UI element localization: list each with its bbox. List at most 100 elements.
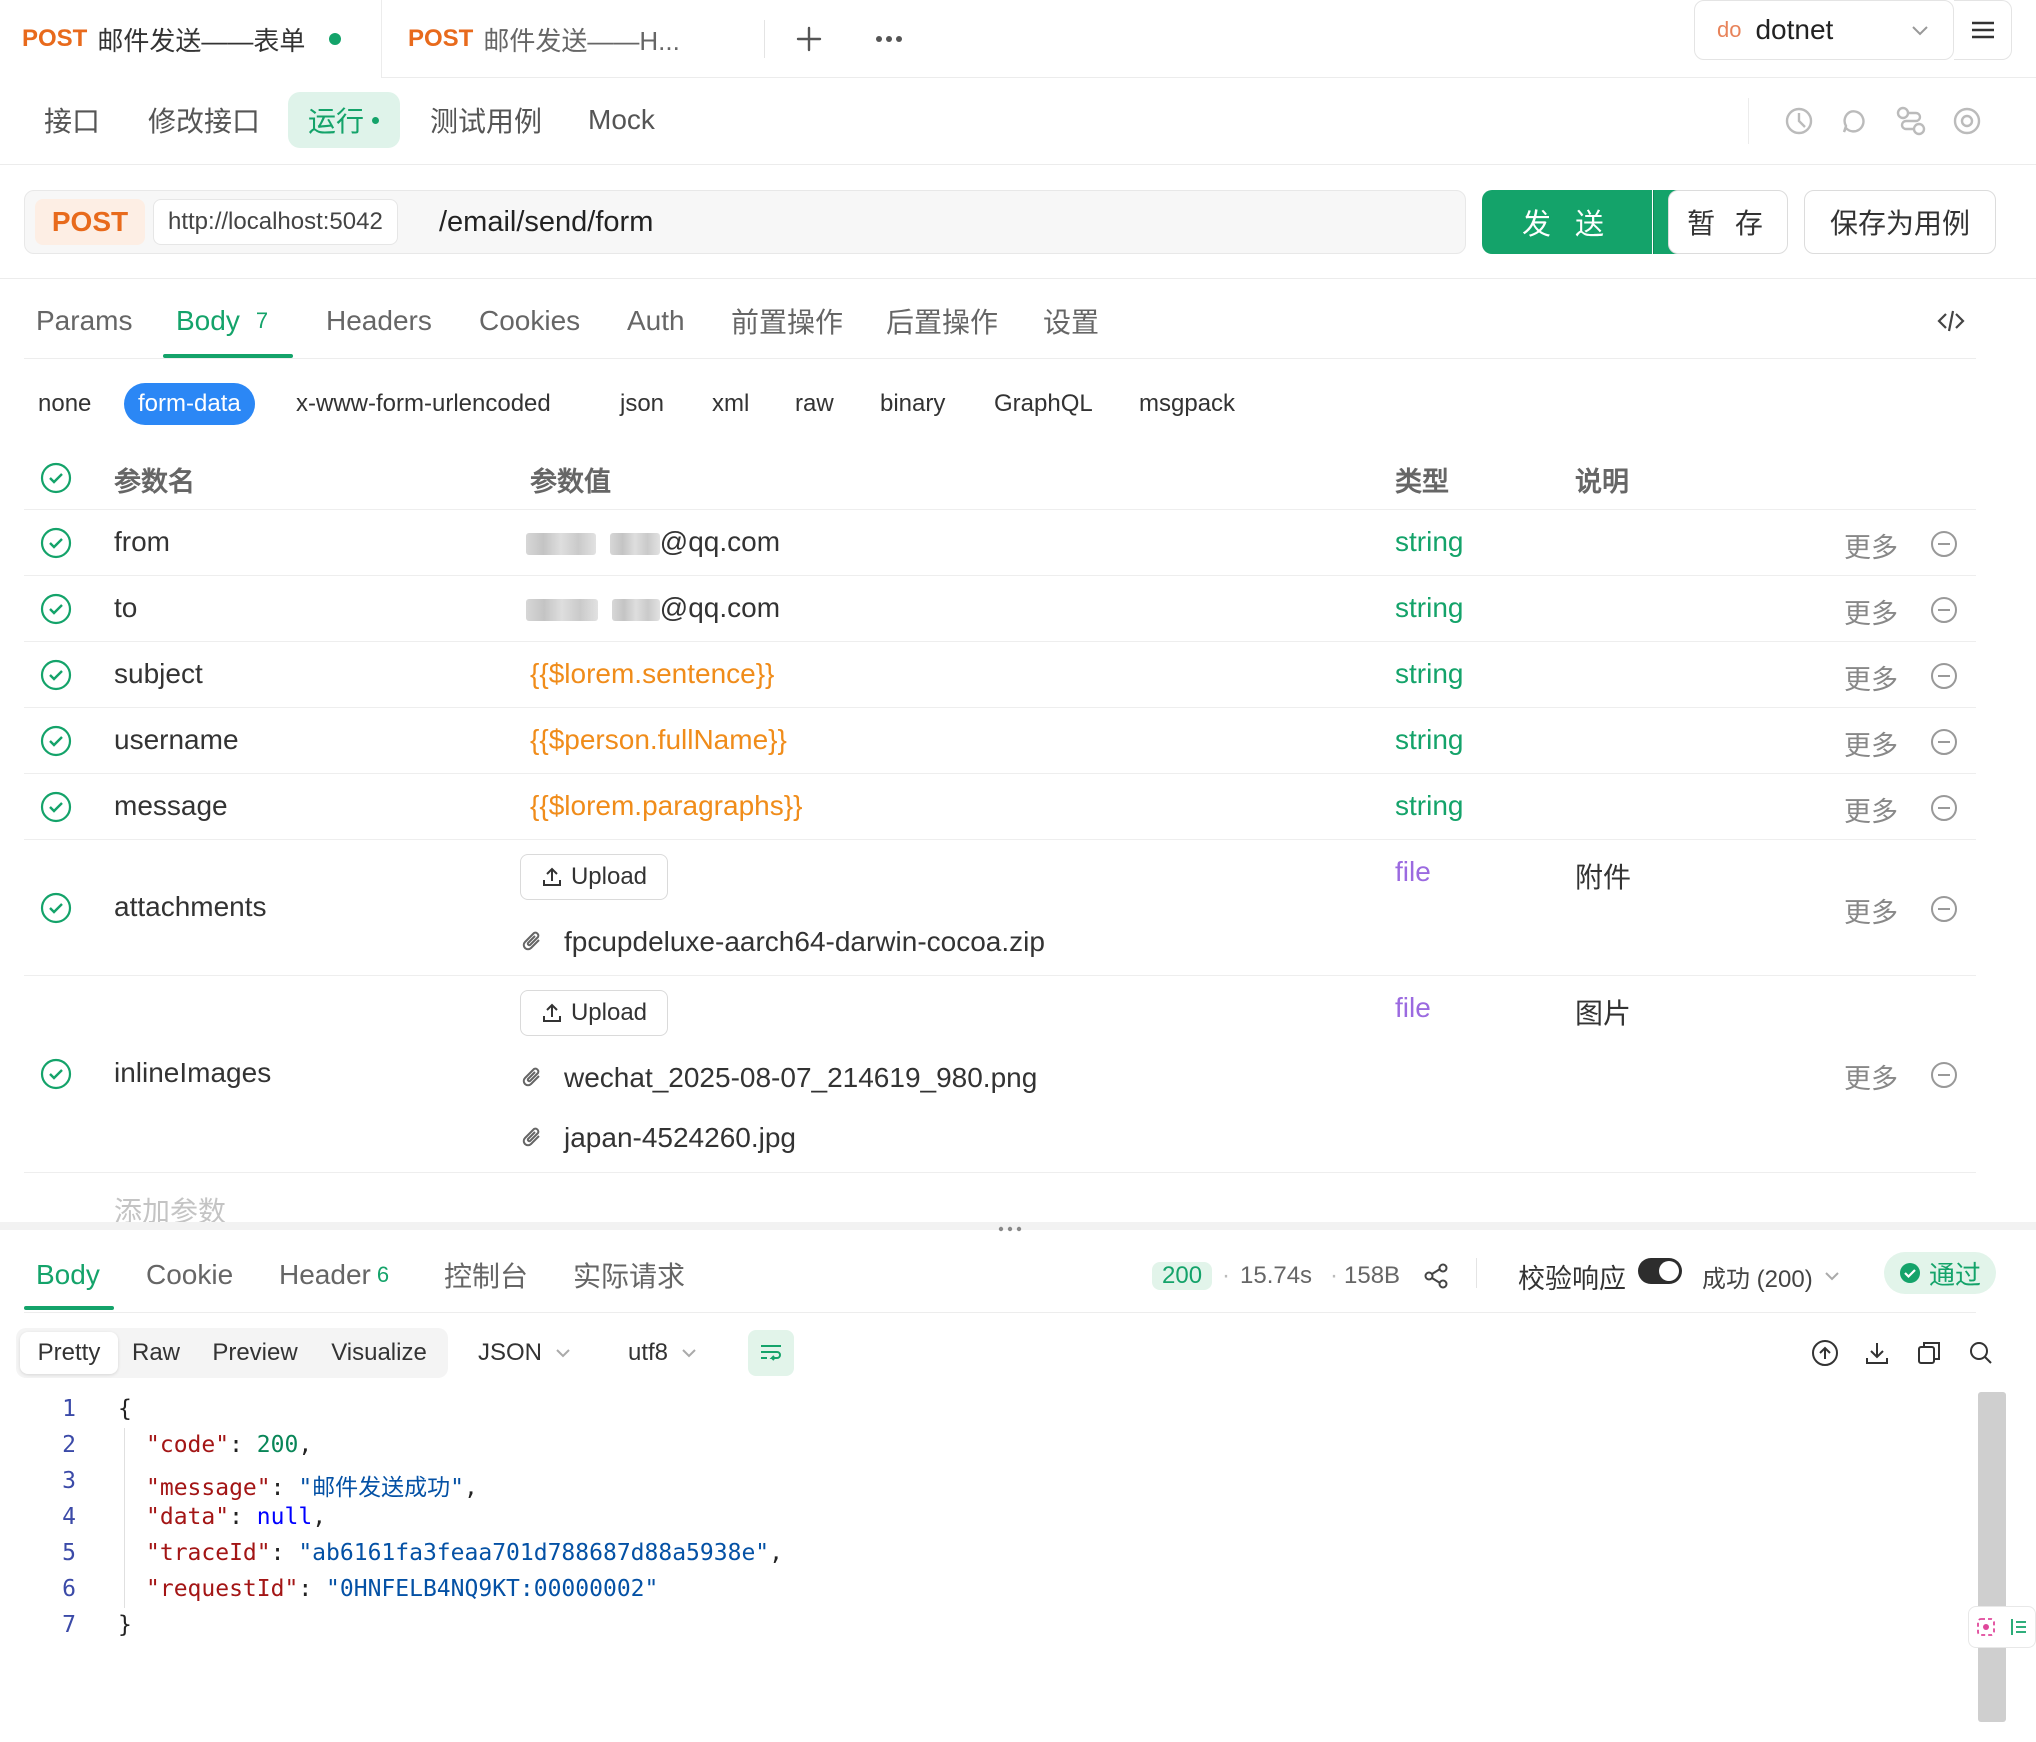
url-path-input[interactable]: /email/send/form bbox=[439, 191, 653, 253]
param-type[interactable]: string bbox=[1395, 526, 1463, 558]
select-all-checkbox[interactable] bbox=[40, 462, 72, 494]
param-type[interactable]: string bbox=[1395, 790, 1463, 822]
attached-file[interactable]: wechat_2025-08-07_214619_980.png bbox=[520, 1058, 1037, 1098]
content-type-select[interactable]: JSON bbox=[478, 1330, 572, 1376]
more-button[interactable]: 更多 bbox=[1844, 790, 1898, 829]
request-tab[interactable]: POST 邮件发送——H... bbox=[408, 0, 748, 78]
save-as-case-button[interactable]: 保存为用例 bbox=[1804, 190, 1996, 254]
row-checkbox[interactable] bbox=[40, 659, 72, 691]
tab-headers[interactable]: Headers bbox=[326, 296, 432, 346]
param-name[interactable]: message bbox=[114, 790, 228, 822]
remove-row-icon[interactable] bbox=[1930, 530, 1958, 558]
row-checkbox[interactable] bbox=[40, 892, 72, 924]
response-tab-actual-request[interactable]: 实际请求 bbox=[573, 1250, 685, 1300]
encoding-select[interactable]: utf8 bbox=[628, 1330, 698, 1376]
result-select[interactable]: 成功 (200) bbox=[1702, 1256, 1841, 1296]
more-button[interactable]: 更多 bbox=[1844, 592, 1898, 631]
param-value[interactable]: {{$lorem.sentence}} bbox=[530, 658, 774, 690]
share-icon[interactable] bbox=[1422, 1262, 1450, 1290]
request-tab-active[interactable]: POST 邮件发送——表单 bbox=[0, 0, 382, 78]
row-checkbox[interactable] bbox=[40, 725, 72, 757]
tab-cookies[interactable]: Cookies bbox=[479, 296, 580, 346]
param-value[interactable]: @qq.com bbox=[526, 526, 780, 558]
remove-row-icon[interactable] bbox=[1930, 596, 1958, 624]
param-type[interactable]: file bbox=[1395, 992, 1431, 1024]
outline-icon[interactable] bbox=[2008, 1616, 2030, 1638]
format-raw[interactable]: Raw bbox=[120, 1332, 192, 1374]
row-checkbox[interactable] bbox=[40, 527, 72, 559]
response-tab-cookie[interactable]: Cookie bbox=[146, 1250, 233, 1300]
more-button[interactable]: 更多 bbox=[1844, 1057, 1898, 1096]
attached-file[interactable]: japan-4524260.jpg bbox=[520, 1118, 796, 1158]
param-value[interactable]: @qq.com bbox=[526, 592, 780, 624]
response-tab-console[interactable]: 控制台 bbox=[444, 1250, 528, 1300]
word-wrap-button[interactable] bbox=[748, 1330, 794, 1376]
param-type[interactable]: file bbox=[1395, 856, 1431, 888]
body-type-form-data[interactable]: form-data bbox=[124, 383, 255, 425]
param-desc[interactable]: 图片 bbox=[1575, 992, 1631, 1032]
param-name[interactable]: username bbox=[114, 724, 239, 756]
tab-params[interactable]: Params bbox=[36, 296, 132, 346]
vertical-scrollbar[interactable] bbox=[1978, 1392, 2006, 1722]
drag-handle-icon[interactable] bbox=[998, 1226, 1022, 1232]
more-tabs-icon[interactable] bbox=[872, 22, 906, 56]
body-type-msgpack[interactable]: msgpack bbox=[1139, 383, 1235, 425]
download-icon[interactable] bbox=[1862, 1338, 1892, 1368]
remove-row-icon[interactable] bbox=[1930, 794, 1958, 822]
more-button[interactable]: 更多 bbox=[1844, 724, 1898, 763]
tab-post-request[interactable]: 后置操作 bbox=[886, 296, 998, 346]
param-name[interactable]: to bbox=[114, 592, 137, 624]
base-url[interactable]: http://localhost:5042 bbox=[153, 199, 398, 245]
body-type-xml[interactable]: xml bbox=[712, 383, 749, 425]
body-type-none[interactable]: none bbox=[38, 383, 91, 425]
upload-button[interactable]: Upload bbox=[520, 990, 668, 1036]
format-visualize[interactable]: Visualize bbox=[316, 1332, 442, 1374]
remove-row-icon[interactable] bbox=[1930, 1061, 1958, 1089]
param-name[interactable]: from bbox=[114, 526, 170, 558]
param-name[interactable]: inlineImages bbox=[114, 1057, 271, 1089]
body-type-raw[interactable]: raw bbox=[795, 383, 834, 425]
param-desc[interactable]: 附件 bbox=[1575, 856, 1631, 896]
attached-file[interactable]: fpcupdeluxe-aarch64-darwin-cocoa.zip bbox=[520, 922, 1045, 962]
more-button[interactable]: 更多 bbox=[1844, 658, 1898, 697]
settings-icon[interactable] bbox=[1950, 104, 1984, 138]
share-link-icon[interactable] bbox=[1894, 104, 1928, 138]
response-tab-header[interactable]: Header 6 bbox=[279, 1250, 389, 1300]
tab-test-cases[interactable]: 测试用例 bbox=[410, 92, 562, 148]
more-button[interactable]: 更多 bbox=[1844, 891, 1898, 930]
copy-icon[interactable] bbox=[1914, 1338, 1944, 1368]
param-value[interactable]: {{$person.fullName}} bbox=[530, 724, 787, 756]
param-name[interactable]: subject bbox=[114, 658, 203, 690]
tab-body[interactable]: Body 7 bbox=[176, 296, 268, 346]
format-pretty[interactable]: Pretty bbox=[20, 1332, 118, 1374]
comment-icon[interactable] bbox=[1838, 104, 1872, 138]
environment-select[interactable]: do dotnet bbox=[1694, 0, 1954, 60]
param-type[interactable]: string bbox=[1395, 592, 1463, 624]
tab-pre-request[interactable]: 前置操作 bbox=[731, 296, 843, 346]
ai-assist-icon[interactable] bbox=[1975, 1616, 1997, 1638]
menu-button[interactable] bbox=[1954, 0, 2012, 60]
param-name[interactable]: attachments bbox=[114, 891, 267, 923]
more-button[interactable]: 更多 bbox=[1844, 526, 1898, 565]
body-type-graphql[interactable]: GraphQL bbox=[994, 383, 1093, 425]
tab-mock[interactable]: Mock bbox=[568, 92, 675, 148]
body-type-binary[interactable]: binary bbox=[880, 383, 945, 425]
param-value[interactable]: {{$lorem.paragraphs}} bbox=[530, 790, 802, 822]
tab-settings[interactable]: 设置 bbox=[1043, 296, 1099, 346]
tab-auth[interactable]: Auth bbox=[627, 296, 685, 346]
send-button[interactable]: 发 送 bbox=[1482, 190, 1652, 254]
remove-row-icon[interactable] bbox=[1930, 895, 1958, 923]
body-type-urlencoded[interactable]: x-www-form-urlencoded bbox=[296, 383, 551, 425]
remove-row-icon[interactable] bbox=[1930, 728, 1958, 756]
format-preview[interactable]: Preview bbox=[200, 1332, 310, 1374]
search-icon[interactable] bbox=[1966, 1338, 1996, 1368]
history-icon[interactable] bbox=[1782, 104, 1816, 138]
body-type-json[interactable]: json bbox=[620, 383, 664, 425]
row-checkbox[interactable] bbox=[40, 791, 72, 823]
row-checkbox[interactable] bbox=[40, 593, 72, 625]
tab-edit-interface[interactable]: 修改接口 bbox=[128, 92, 280, 148]
upload-button[interactable]: Upload bbox=[520, 854, 668, 900]
param-type[interactable]: string bbox=[1395, 724, 1463, 756]
tab-interface[interactable]: 接口 bbox=[24, 92, 120, 148]
validate-toggle[interactable] bbox=[1638, 1258, 1682, 1284]
